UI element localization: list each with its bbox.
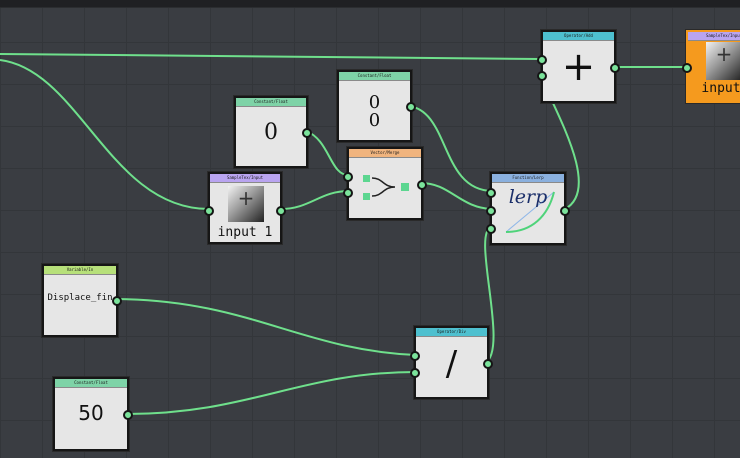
wire-var-to-div xyxy=(115,298,417,356)
input-port-b[interactable] xyxy=(343,188,353,198)
input-port-b[interactable] xyxy=(486,206,496,216)
wire-50-to-div xyxy=(125,371,417,415)
constant-value: 50 xyxy=(78,401,104,425)
output-port[interactable] xyxy=(276,206,286,216)
add-operator-node[interactable]: Operator/Add + xyxy=(537,30,620,103)
constant-zero-node[interactable]: Constant/Float 0 xyxy=(234,96,312,168)
texture-preview-icon: + xyxy=(706,42,740,80)
input-port-a[interactable] xyxy=(486,188,496,198)
node-header: Variable/In xyxy=(44,266,116,275)
output-port[interactable] xyxy=(302,128,312,138)
node-header: Operator/Div xyxy=(416,328,487,337)
output-label: input xyxy=(701,81,740,96)
output-port[interactable] xyxy=(123,410,133,420)
output-port[interactable] xyxy=(483,359,493,369)
add-symbol: + xyxy=(561,44,596,90)
input-port[interactable] xyxy=(682,63,692,73)
constant-vector-node[interactable]: Constant/Float 0 0 xyxy=(337,70,416,142)
wire-merge-to-lerp xyxy=(420,182,493,210)
variable-label: Displace_fin xyxy=(47,293,113,303)
constant-value-y: 0 xyxy=(368,110,381,131)
node-header: SampleTex/Input xyxy=(688,32,740,41)
node-header: Constant/Float xyxy=(339,72,410,81)
output-texture-node[interactable]: SampleTex/Input + input xyxy=(682,30,740,103)
merge-node[interactable]: Vector/Merge xyxy=(343,147,427,220)
wire-left-to-input1 xyxy=(0,59,211,211)
node-header: Function/Lerp xyxy=(492,174,564,183)
input-label: input 1 xyxy=(217,225,273,240)
output-port[interactable] xyxy=(610,63,620,73)
variable-node[interactable]: Variable/In Displace_fin xyxy=(42,264,122,337)
wire-top-to-add xyxy=(0,53,540,60)
output-port[interactable] xyxy=(560,206,570,216)
input-port-a[interactable] xyxy=(410,351,420,361)
divide-symbol: / xyxy=(445,344,458,384)
node-header: Operator/Add xyxy=(543,32,614,41)
texture-preview-icon: + xyxy=(228,186,264,222)
lerp-node[interactable]: Function/Lerp lerp xyxy=(486,172,570,245)
constant-fifty-node[interactable]: Constant/Float 50 xyxy=(53,377,133,451)
input-port-a[interactable] xyxy=(343,172,353,182)
node-header: Constant/Float xyxy=(236,98,306,107)
input-port-a[interactable] xyxy=(537,55,547,65)
constant-value: 0 xyxy=(264,120,278,145)
node-header: Constant/Float xyxy=(55,379,127,388)
input-port-t[interactable] xyxy=(486,224,496,234)
output-port[interactable] xyxy=(112,296,122,306)
divide-operator-node[interactable]: Operator/Div / xyxy=(410,326,493,399)
node-header: Vector/Merge xyxy=(349,149,421,158)
input-port[interactable] xyxy=(204,206,214,216)
output-port[interactable] xyxy=(417,180,427,190)
output-port[interactable] xyxy=(406,102,416,112)
node-header: SampleTex/Input xyxy=(210,174,280,183)
input-port-b[interactable] xyxy=(410,368,420,378)
lerp-label: lerp xyxy=(508,186,548,208)
merge-icon xyxy=(363,175,409,200)
input-port-b[interactable] xyxy=(537,71,547,81)
wire-input1-to-merge xyxy=(280,190,350,210)
input-texture-node[interactable]: SampleTex/Input + input 1 xyxy=(204,172,286,244)
